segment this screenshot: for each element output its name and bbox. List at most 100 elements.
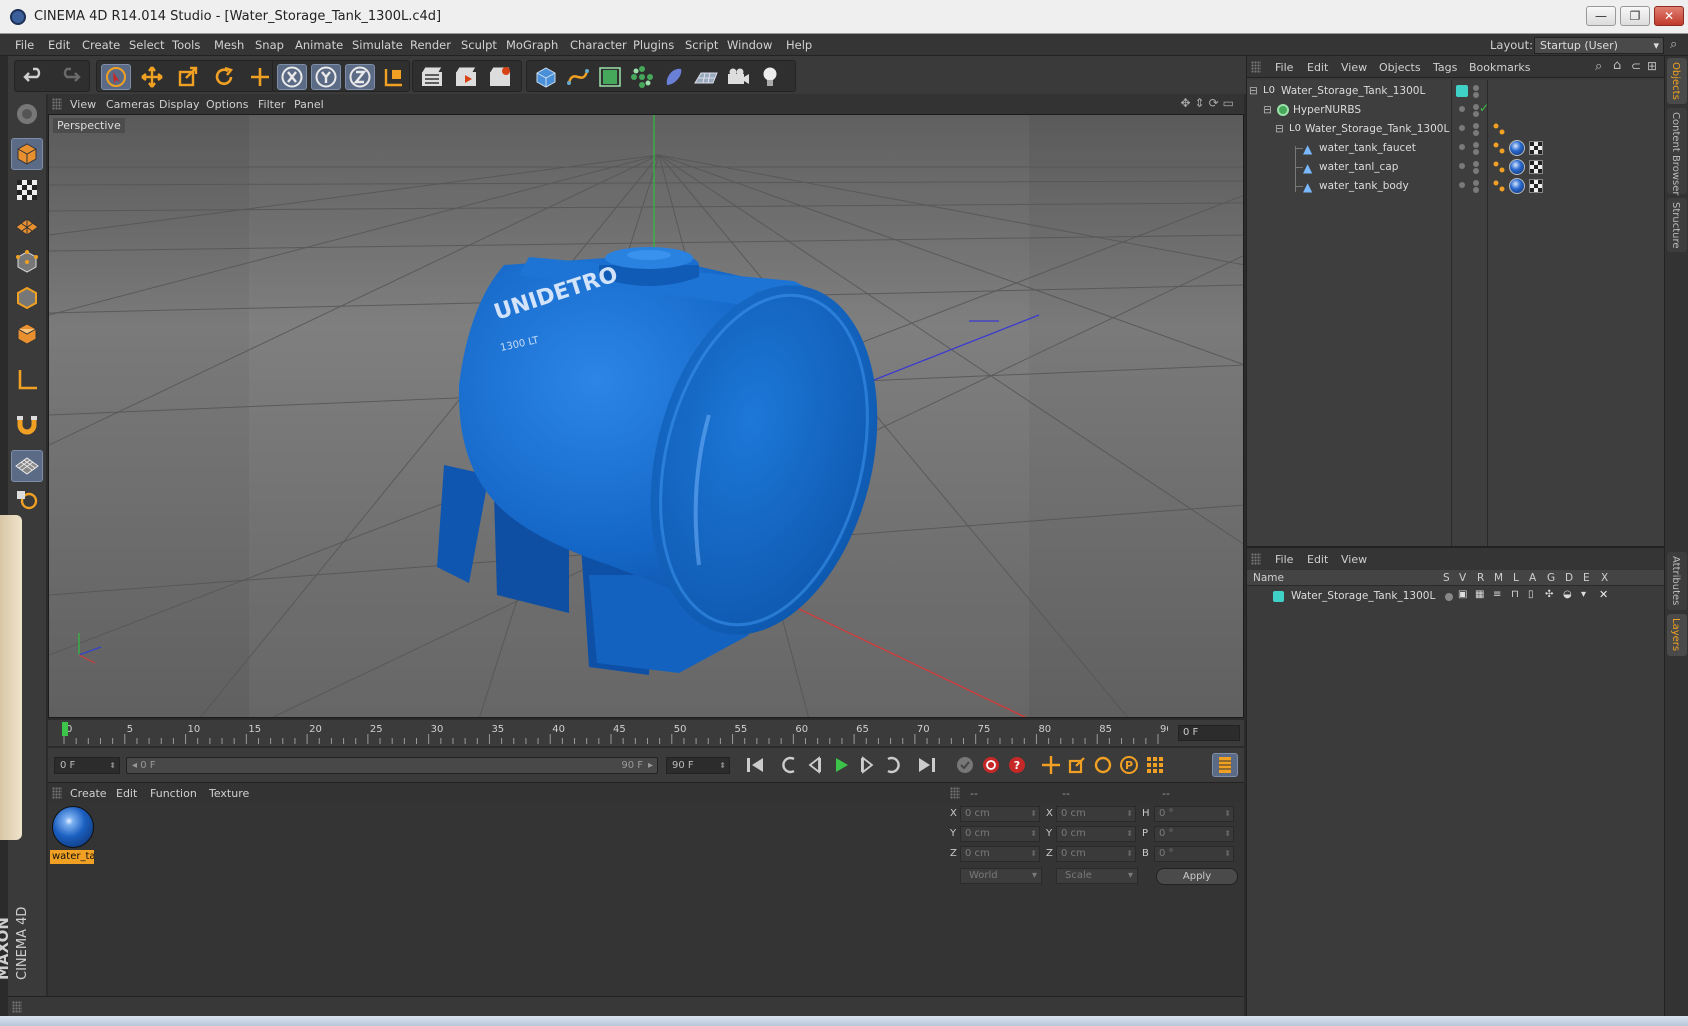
menu-render[interactable]: Render: [410, 38, 451, 52]
search-icon[interactable]: ⌕: [1670, 37, 1677, 52]
column-expressions[interactable]: E: [1583, 572, 1590, 584]
model-mode-icon[interactable]: [11, 138, 43, 170]
previous-key-icon[interactable]: [776, 753, 802, 777]
layer-row[interactable]: Water_Storage_Tank_1300L ▣ ▦ ≡ ⊓ ▯ ✣ ◒ ▾…: [1247, 588, 1665, 606]
key-pla-icon[interactable]: [1142, 753, 1168, 777]
deformer-icon[interactable]: ◒: [1563, 589, 1572, 600]
uvw-tag-icon[interactable]: [1529, 141, 1543, 155]
start-frame-field[interactable]: 0 F ⬍: [54, 757, 120, 774]
render-view-icon[interactable]: [417, 64, 447, 90]
key-position-icon[interactable]: [1038, 753, 1064, 777]
material-tag-icon[interactable]: [1509, 178, 1525, 194]
menu-character[interactable]: Character: [570, 38, 627, 52]
workplane-grid-icon[interactable]: [11, 450, 43, 482]
material-menu-edit[interactable]: Edit: [116, 787, 137, 800]
deformer-icon[interactable]: [659, 64, 689, 90]
objects-menu-view[interactable]: View: [1341, 61, 1367, 74]
previous-frame-icon[interactable]: [802, 753, 828, 777]
workplane-mode-icon[interactable]: [11, 210, 43, 242]
tab-structure[interactable]: Structure: [1667, 198, 1687, 252]
coordinate-system-dropdown[interactable]: World: [960, 868, 1042, 884]
scale-tool-icon[interactable]: [173, 64, 203, 90]
menu-window[interactable]: Window: [727, 38, 772, 52]
solo-dot-icon[interactable]: [1445, 593, 1453, 601]
material-tag-icon[interactable]: [1509, 159, 1525, 175]
y-axis-lock-icon[interactable]: [311, 64, 341, 90]
manager-icon[interactable]: ≡: [1493, 589, 1501, 600]
layers-menu-file[interactable]: File: [1275, 553, 1293, 566]
column-xref[interactable]: X: [1601, 572, 1608, 584]
object-row[interactable]: ⊟ L0 Water_Storage_Tank_1300L: [1247, 120, 1665, 139]
axis-mode-icon[interactable]: [11, 364, 43, 396]
coordinate-system-icon[interactable]: [379, 64, 409, 90]
close-button[interactable]: ✕: [1654, 6, 1684, 26]
position-y-field[interactable]: 0 cm: [960, 826, 1040, 842]
xref-icon[interactable]: ✕: [1599, 588, 1608, 601]
object-row[interactable]: ⊟ HyperNURBS ✓: [1247, 101, 1665, 120]
viewport-menu-display[interactable]: Display: [159, 98, 200, 111]
link-icon[interactable]: ⊂: [1631, 59, 1641, 73]
redo-icon[interactable]: [55, 64, 85, 90]
material-menu-function[interactable]: Function: [150, 787, 197, 800]
tab-layers[interactable]: Layers: [1667, 614, 1687, 656]
play-icon[interactable]: [828, 753, 854, 777]
panel-grip[interactable]: [12, 1001, 22, 1013]
frame-range-slider[interactable]: ◂ 0 F 90 F ▸: [126, 757, 658, 774]
material-menu-create[interactable]: Create: [70, 787, 107, 800]
polygons-mode-icon[interactable]: [11, 318, 43, 350]
key-rotation-icon[interactable]: [1090, 753, 1116, 777]
eye-icon[interactable]: ▣: [1458, 589, 1467, 600]
tab-attributes[interactable]: Attributes: [1667, 552, 1687, 610]
end-frame-field[interactable]: 90 F ⬍: [666, 757, 730, 774]
panel-grip[interactable]: [52, 787, 62, 799]
layer-color-swatch[interactable]: [1273, 591, 1284, 602]
render-settings-icon[interactable]: [485, 64, 515, 90]
key-scale-icon[interactable]: [1064, 753, 1090, 777]
column-deformers[interactable]: D: [1565, 572, 1573, 584]
next-frame-icon[interactable]: [854, 753, 880, 777]
object-row[interactable]: ▲ water_tank_faucet: [1247, 139, 1665, 158]
lock-icon[interactable]: ⊓: [1511, 589, 1519, 600]
objects-menu-edit[interactable]: Edit: [1307, 61, 1328, 74]
phong-tag-icon[interactable]: [1493, 142, 1505, 154]
viewport-menu-panel[interactable]: Panel: [294, 98, 324, 111]
column-generators[interactable]: G: [1547, 572, 1555, 584]
z-axis-lock-icon[interactable]: [345, 64, 375, 90]
viewport-menu-cameras[interactable]: Cameras: [106, 98, 155, 111]
menu-snap[interactable]: Snap: [255, 38, 284, 52]
panel-grip[interactable]: [1251, 553, 1261, 565]
size-mode-dropdown[interactable]: Scale: [1056, 868, 1138, 884]
column-manager[interactable]: M: [1494, 572, 1503, 584]
material-swatch[interactable]: water_ta: [48, 802, 98, 868]
home-icon[interactable]: ⌂: [1613, 58, 1621, 73]
material-menu-texture[interactable]: Texture: [209, 787, 249, 800]
current-frame-field[interactable]: 0 F: [1178, 725, 1240, 741]
next-key-icon[interactable]: [880, 753, 906, 777]
column-view[interactable]: V: [1459, 572, 1466, 584]
render-picture-viewer-icon[interactable]: [451, 64, 481, 90]
animation-icon[interactable]: ▯: [1528, 589, 1534, 600]
spline-object-icon[interactable]: [563, 64, 593, 90]
position-z-field[interactable]: 0 cm: [960, 846, 1040, 862]
panel-grip[interactable]: [52, 98, 62, 110]
nurbs-object-icon[interactable]: [595, 64, 625, 90]
viewport-menu-filter[interactable]: Filter: [258, 98, 285, 111]
object-row[interactable]: ▲ water_tanl_cap: [1247, 158, 1665, 177]
menu-plugins[interactable]: Plugins: [633, 38, 674, 52]
menu-select[interactable]: Select: [129, 38, 164, 52]
menu-file[interactable]: File: [15, 38, 34, 52]
recent-tool-icon[interactable]: [245, 64, 275, 90]
autokeying-icon[interactable]: [978, 753, 1004, 777]
object-row[interactable]: ▲ water_tank_body: [1247, 177, 1665, 196]
restore-button[interactable]: ❐: [1620, 6, 1650, 26]
phong-tag-icon[interactable]: [1493, 161, 1505, 173]
enabled-check-icon[interactable]: ✓: [1479, 101, 1489, 115]
key-parameter-icon[interactable]: P: [1116, 753, 1142, 777]
live-selection-icon[interactable]: [101, 64, 131, 90]
menu-help[interactable]: Help: [786, 38, 812, 52]
tab-objects[interactable]: Objects: [1667, 58, 1687, 104]
edges-mode-icon[interactable]: [11, 282, 43, 314]
layer-color-swatch[interactable]: [1456, 85, 1468, 97]
menu-mograph[interactable]: MoGraph: [506, 38, 558, 52]
search-icon[interactable]: ⌕: [1595, 59, 1602, 74]
